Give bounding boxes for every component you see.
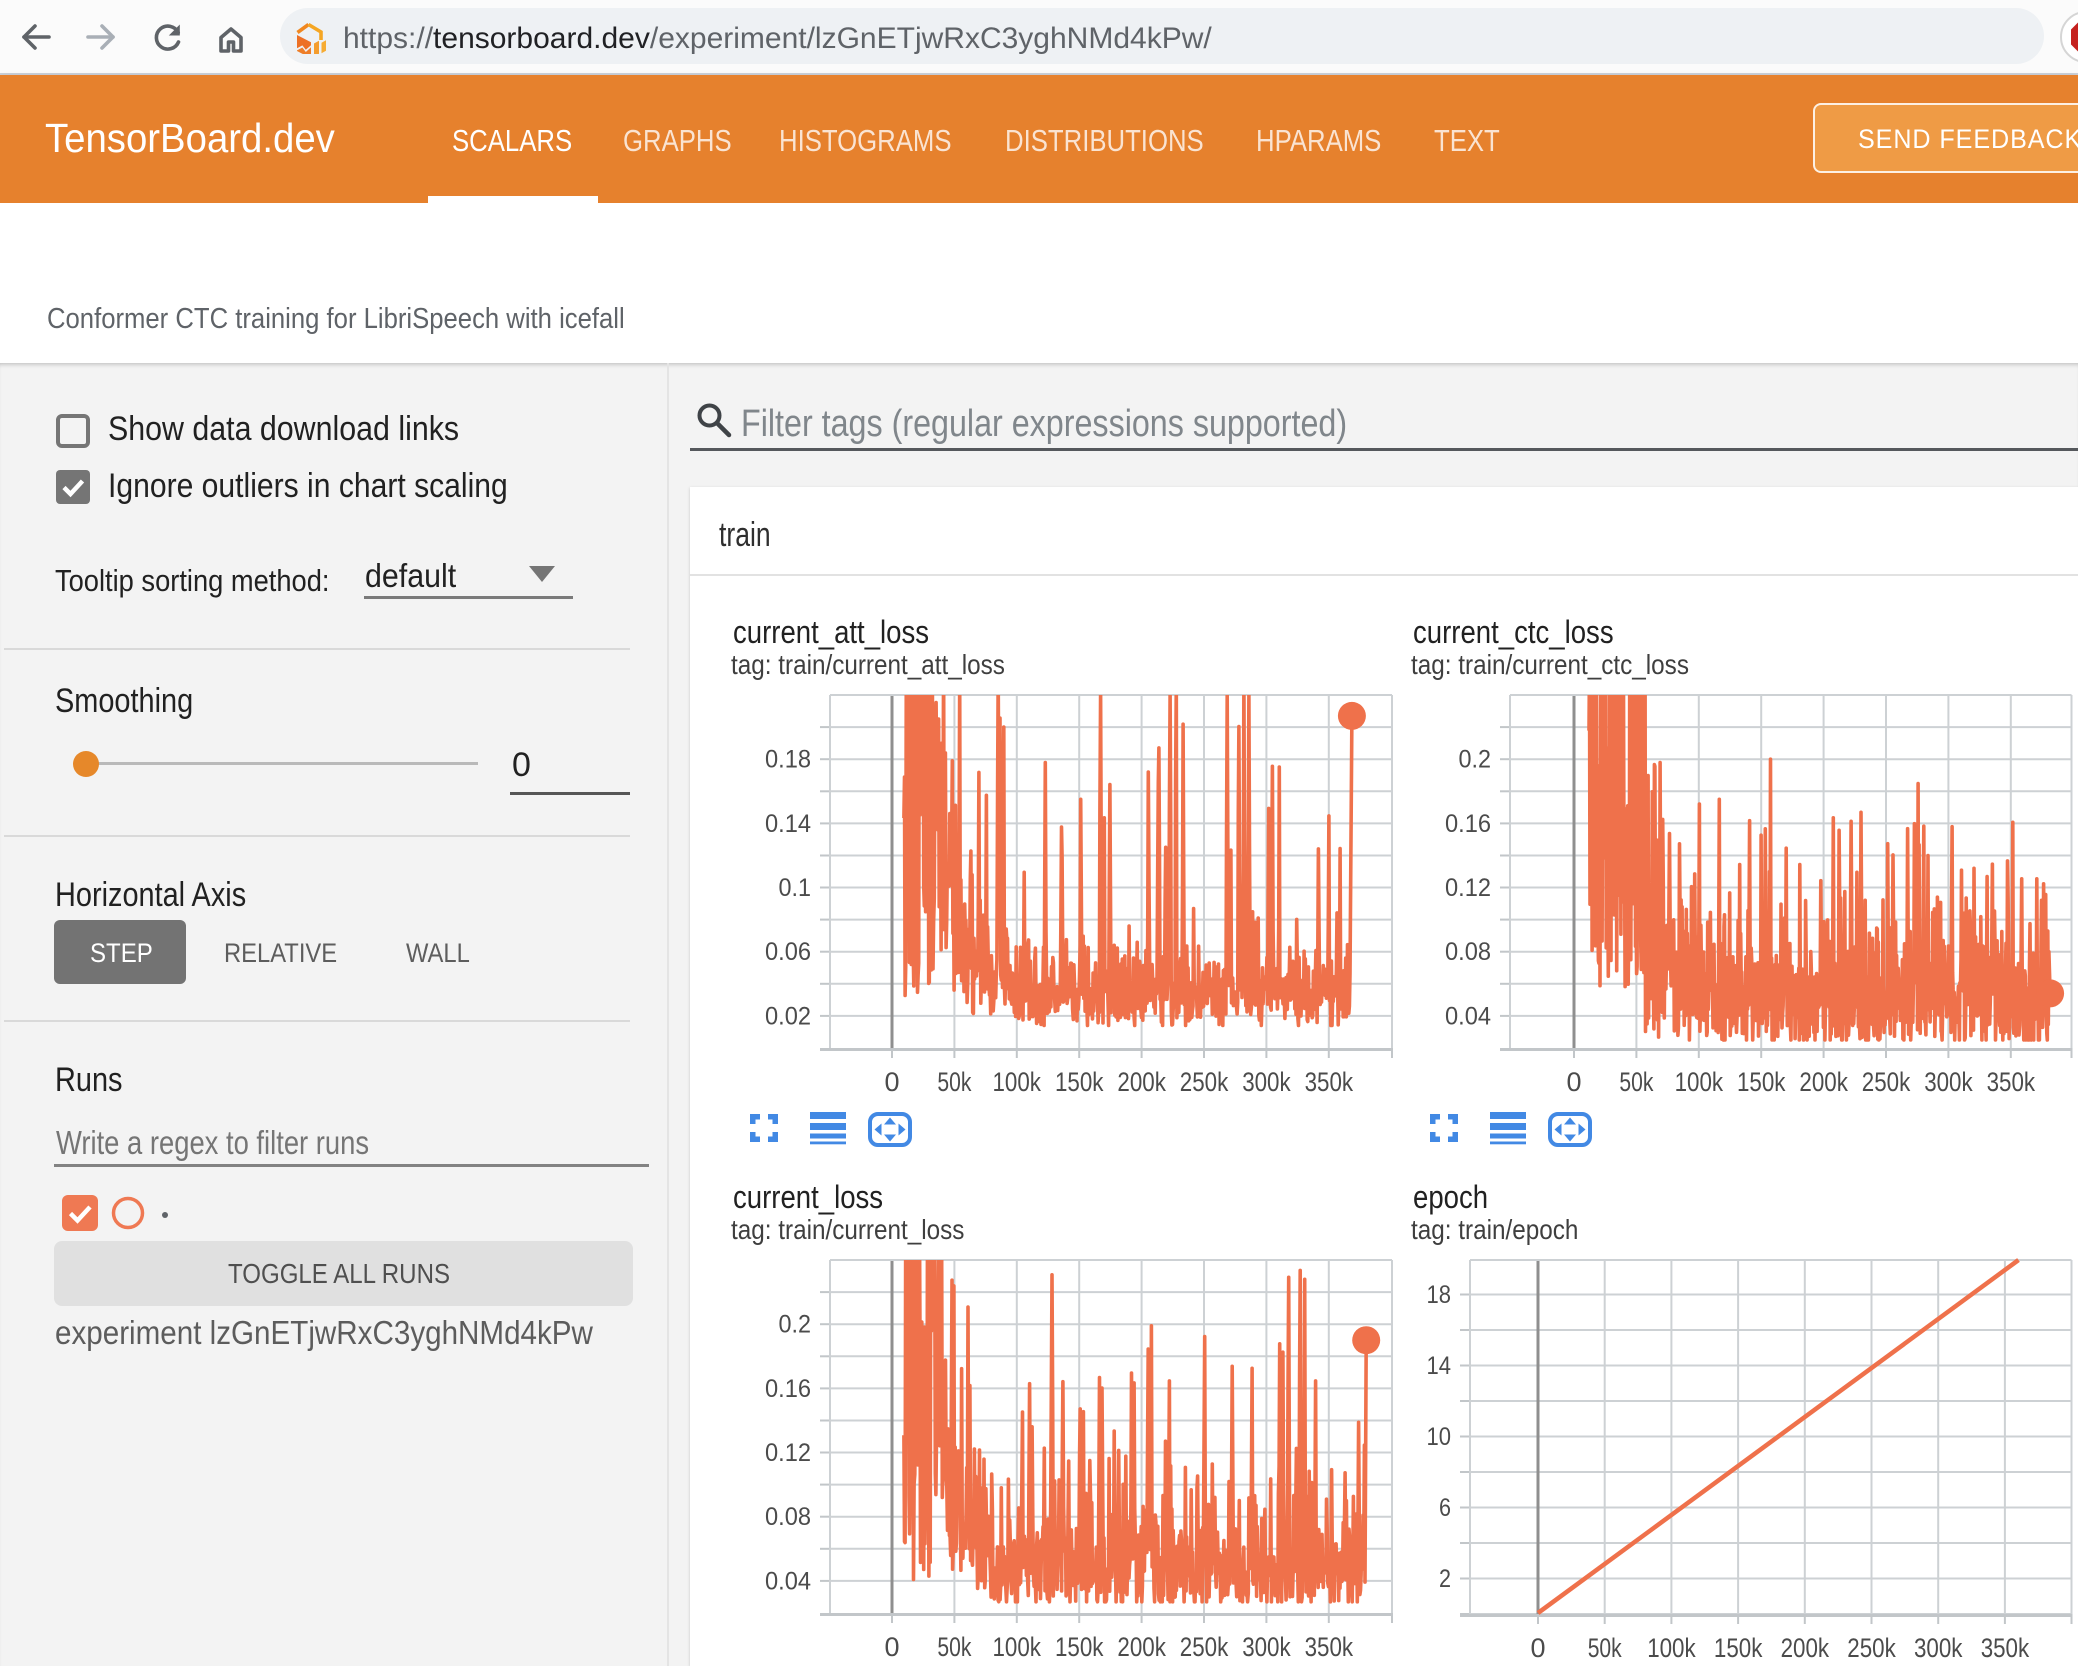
svg-text:250k: 250k (1180, 1067, 1229, 1097)
svg-text:0.08: 0.08 (1445, 938, 1491, 966)
svg-text:0.14: 0.14 (765, 810, 811, 838)
svg-text:18: 18 (1426, 1281, 1451, 1309)
svg-text:6: 6 (1439, 1494, 1451, 1522)
svg-text:150k: 150k (1055, 1067, 1104, 1097)
svg-text:200k: 200k (1117, 1067, 1166, 1097)
svg-text:0: 0 (1530, 1633, 1545, 1663)
svg-text:100k: 100k (1674, 1067, 1723, 1097)
svg-text:14: 14 (1426, 1352, 1451, 1380)
svg-text:300k: 300k (1242, 1632, 1291, 1662)
svg-text:50k: 50k (1619, 1067, 1653, 1097)
svg-text:0: 0 (884, 1632, 899, 1662)
svg-text:0.04: 0.04 (1445, 1002, 1491, 1030)
svg-text:100k: 100k (993, 1067, 1042, 1097)
svg-text:150k: 150k (1737, 1067, 1786, 1097)
svg-text:0.06: 0.06 (765, 938, 811, 966)
svg-text:2: 2 (1439, 1565, 1451, 1593)
svg-text:0: 0 (1566, 1067, 1581, 1097)
svg-text:200k: 200k (1780, 1633, 1829, 1663)
svg-text:350k: 350k (1305, 1632, 1354, 1662)
svg-text:0.12: 0.12 (1445, 874, 1491, 902)
svg-text:350k: 350k (1986, 1067, 2035, 1097)
svg-text:300k: 300k (1924, 1067, 1973, 1097)
svg-text:0.1: 0.1 (779, 874, 812, 902)
svg-text:50k: 50k (937, 1632, 971, 1662)
svg-text:300k: 300k (1242, 1067, 1291, 1097)
svg-text:0.02: 0.02 (765, 1002, 811, 1030)
svg-text:100k: 100k (993, 1632, 1042, 1662)
svg-text:0.08: 0.08 (765, 1503, 811, 1531)
svg-text:300k: 300k (1914, 1633, 1963, 1663)
svg-text:250k: 250k (1847, 1633, 1896, 1663)
svg-text:0.16: 0.16 (765, 1375, 811, 1403)
svg-text:200k: 200k (1117, 1632, 1166, 1662)
svg-text:150k: 150k (1713, 1633, 1762, 1663)
svg-text:0.2: 0.2 (779, 1311, 812, 1339)
svg-text:10: 10 (1426, 1423, 1451, 1451)
svg-text:0.16: 0.16 (1445, 810, 1491, 838)
svg-text:0.2: 0.2 (1458, 746, 1491, 774)
svg-text:350k: 350k (1980, 1633, 2029, 1663)
svg-text:0.18: 0.18 (765, 746, 811, 774)
svg-text:0: 0 (884, 1067, 899, 1097)
svg-text:100k: 100k (1647, 1633, 1696, 1663)
svg-text:0.04: 0.04 (765, 1567, 811, 1595)
svg-text:0.12: 0.12 (765, 1439, 811, 1467)
svg-text:150k: 150k (1055, 1632, 1104, 1662)
svg-text:250k: 250k (1861, 1067, 1910, 1097)
svg-text:200k: 200k (1799, 1067, 1848, 1097)
svg-text:50k: 50k (1587, 1633, 1621, 1663)
svg-text:50k: 50k (937, 1067, 971, 1097)
svg-text:350k: 350k (1305, 1067, 1354, 1097)
svg-text:250k: 250k (1180, 1632, 1229, 1662)
